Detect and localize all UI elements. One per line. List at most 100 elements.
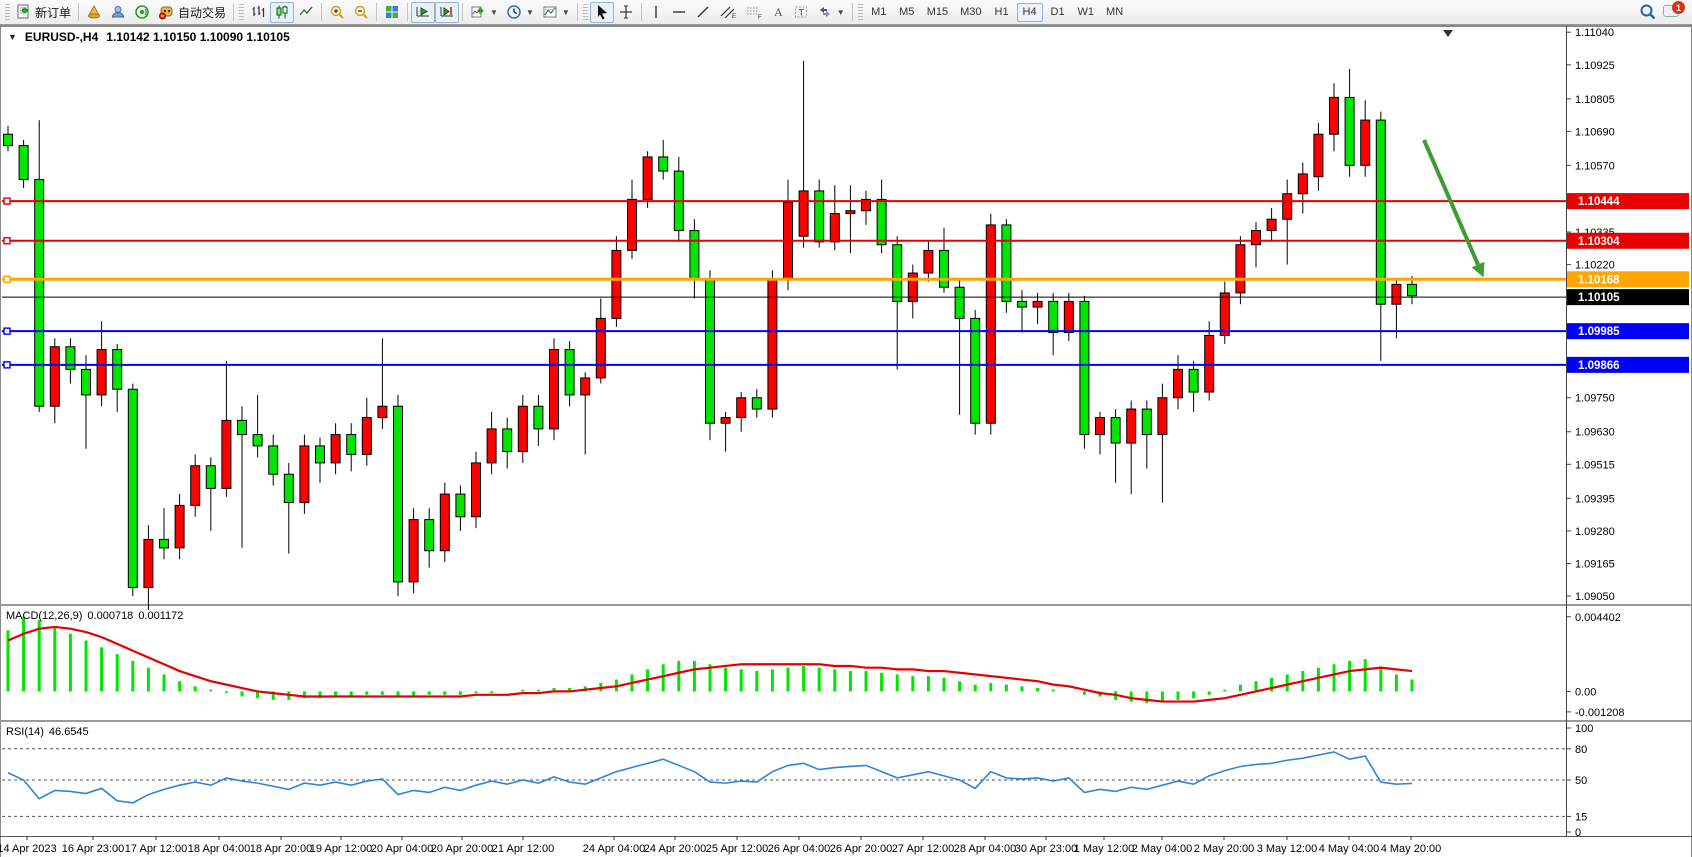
trendline-icon [695,4,711,20]
chart-window[interactable]: 1.110401.109251.108051.106901.105701.103… [0,25,1692,857]
svg-text:26 Apr 20:00: 26 Apr 20:00 [830,843,892,855]
timeframe-toolbar: M1M5M15M30H1H4D1W1MN [865,3,1129,22]
auto-scroll-button[interactable] [411,2,435,23]
toolbar-drag-handle[interactable] [583,4,588,20]
timeframe-button-D1[interactable]: D1 [1045,3,1071,22]
arrows-button[interactable]: ▼ [813,2,849,23]
bar-chart-button[interactable] [246,2,270,23]
timeframe-button-MN[interactable]: MN [1101,3,1128,22]
svg-text:0.00: 0.00 [1575,686,1596,698]
auto-trading-button[interactable]: 自动交易 [154,2,230,23]
svg-text:4 May 20:00: 4 May 20:00 [1381,843,1442,855]
periods-button[interactable]: ▼ [502,2,538,23]
dropdown-caret-icon: ▼ [526,8,534,17]
tile-windows-button[interactable] [380,2,404,23]
chart-canvas[interactable]: 1.110401.109251.108051.106901.105701.103… [0,26,1692,857]
svg-text:19 Apr 12:00: 19 Apr 12:00 [310,843,372,855]
vertical-line-icon [649,4,663,20]
tile-windows-icon [384,4,400,20]
svg-text:1.09280: 1.09280 [1575,526,1615,538]
line-anchor-icon[interactable] [4,276,10,282]
timeframe-button-M15[interactable]: M15 [922,3,953,22]
toolbar-drag-handle[interactable] [5,4,10,20]
dropdown-caret-icon: ▼ [837,8,845,17]
vertical-line-button[interactable] [645,2,667,23]
signals-button[interactable] [130,2,154,23]
bar-chart-icon [250,4,266,20]
line-anchor-icon[interactable] [4,328,10,334]
svg-text:15: 15 [1575,811,1587,823]
timeframe-button-H4[interactable]: H4 [1017,3,1043,22]
search-icon[interactable] [1639,3,1657,21]
zoom-in-button[interactable] [325,2,349,23]
cursor-icon [594,4,610,20]
line-anchor-icon[interactable] [4,238,10,244]
line-chart-icon [298,4,314,20]
separator [78,3,79,21]
timeframe-button-M5[interactable]: M5 [894,3,920,22]
line-anchor-icon[interactable] [4,362,10,368]
autotrade-robot-icon [158,4,175,20]
chart-title-row: ▼ EURUSD-,H4 1.10142 1.10150 1.10090 1.1… [8,30,290,44]
line-anchor-icon[interactable] [4,198,10,204]
svg-text:16 Apr 23:00: 16 Apr 23:00 [62,843,124,855]
svg-text:1.09515: 1.09515 [1575,459,1615,471]
svg-text:1.10925: 1.10925 [1575,60,1615,72]
zoom-out-button[interactable] [349,2,373,23]
svg-text:1.09050: 1.09050 [1575,591,1615,603]
text-label-button[interactable]: T [789,2,813,23]
community-button[interactable] [106,2,130,23]
chart-shift-button[interactable] [435,2,459,23]
svg-text:E: E [732,14,736,20]
svg-text:4 May 04:00: 4 May 04:00 [1319,843,1380,855]
svg-text:2 May 20:00: 2 May 20:00 [1194,843,1255,855]
candle-chart-button[interactable] [270,2,294,23]
toolbar-drag-handle[interactable] [858,4,863,20]
svg-text:1.09630: 1.09630 [1575,427,1615,439]
timeframe-button-M1[interactable]: M1 [866,3,892,22]
equidistant-channel-button[interactable]: E [715,2,741,23]
templates-button[interactable]: ▼ [538,2,574,23]
separator [852,3,853,21]
timeframe-button-W1[interactable]: W1 [1073,3,1100,22]
zoom-out-icon [353,4,369,20]
dropdown-caret-icon: ▼ [490,8,498,17]
line-chart-button[interactable] [294,2,318,23]
svg-text:24 Apr 20:00: 24 Apr 20:00 [644,843,706,855]
auto-trading-label: 自动交易 [178,4,226,21]
market-depth-icon [86,4,102,20]
notifications-button[interactable]: 1 [1663,3,1683,21]
candle-chart-icon [274,4,290,20]
zoom-in-icon [329,4,345,20]
indicators-button[interactable]: ▼ [466,2,502,23]
svg-text:24 Apr 04:00: 24 Apr 04:00 [583,843,645,855]
toolbar-drag-handle[interactable] [239,4,244,20]
timeframe-button-M30[interactable]: M30 [955,3,986,22]
chart-collapse-icon[interactable]: ▼ [8,32,17,42]
rsi-value: 46.6545 [49,726,89,738]
rsi-indicator-label: RSI(14)46.6545 [6,726,94,738]
market-depth-button[interactable] [82,2,106,23]
text-label-icon: T [793,4,809,20]
new-order-button[interactable]: 新订单 [12,2,75,23]
text-button[interactable]: A [767,2,789,23]
horizontal-line-button[interactable] [667,2,691,23]
svg-text:3 May 12:00: 3 May 12:00 [1257,843,1318,855]
svg-text:26 Apr 04:00: 26 Apr 04:00 [768,843,830,855]
macd-value-2: 0.001172 [138,610,183,622]
trendline-button[interactable] [691,2,715,23]
svg-text:17 Apr 12:00: 17 Apr 12:00 [125,843,187,855]
svg-text:25 Apr 12:00: 25 Apr 12:00 [706,843,768,855]
cursor-button[interactable] [590,2,614,23]
svg-text:1.10805: 1.10805 [1575,94,1615,106]
periods-clock-icon [506,4,522,20]
svg-text:80: 80 [1575,744,1587,756]
crosshair-button[interactable] [614,2,638,23]
main-toolbar: 新订单 自动交易 [0,0,1692,25]
indicators-icon [470,4,486,20]
separator [577,3,578,21]
timeframe-button-H1[interactable]: H1 [989,3,1015,22]
svg-text:1.11040: 1.11040 [1575,27,1614,39]
fibonacci-button[interactable]: F [741,2,767,23]
dropdown-caret-icon: ▼ [562,8,570,17]
